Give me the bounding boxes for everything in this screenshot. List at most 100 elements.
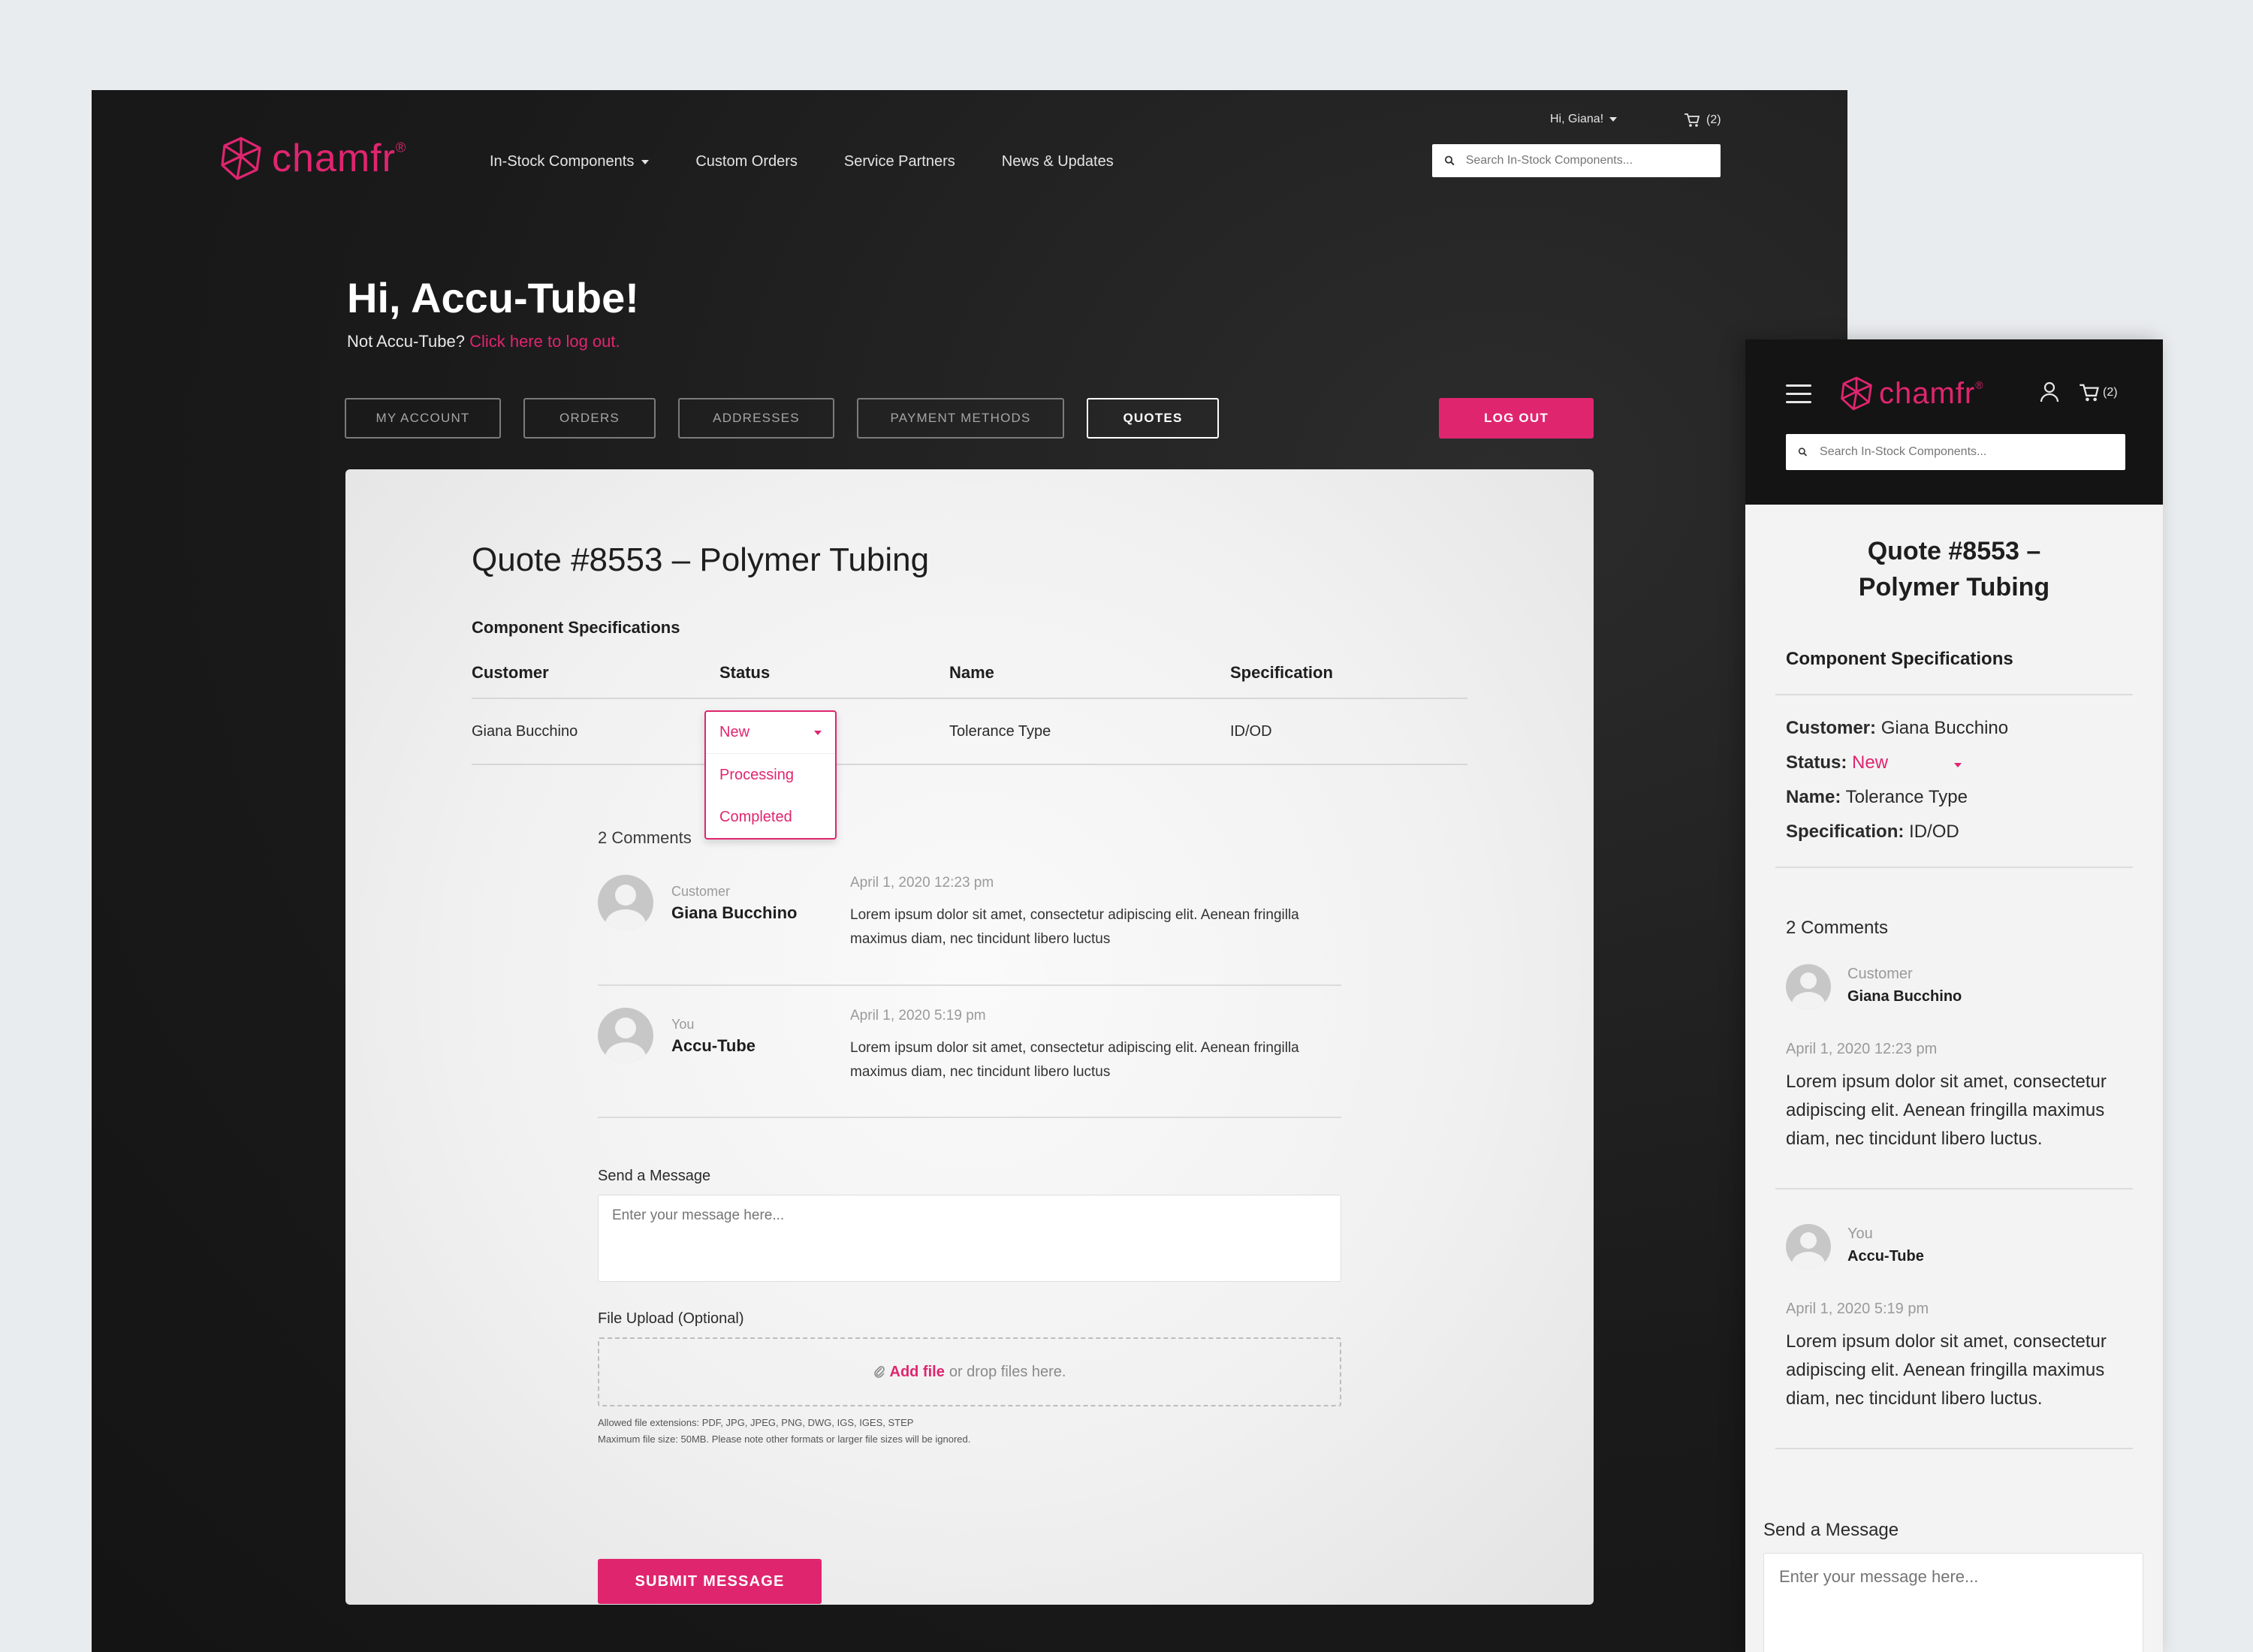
tab-addresses[interactable]: ADDRESSES [678, 398, 834, 439]
cart-link[interactable]: (2) [1684, 113, 1721, 128]
page-title: Hi, Accu-Tube! [347, 274, 639, 321]
chevron-down-icon[interactable] [1954, 763, 1962, 767]
field-specification: Specification: ID/OD [1786, 821, 1959, 842]
allowed-extensions-note: Allowed file extensions: PDF, JPG, JPEG,… [598, 1417, 914, 1428]
nav-in-stock-components[interactable]: In-Stock Components [490, 153, 650, 170]
cell-customer: Giana Bucchino [472, 723, 578, 740]
chamfr-logo[interactable]: chamfr® [1838, 375, 1984, 411]
table-divider [472, 764, 1467, 765]
logout-link[interactable]: Click here to log out. [469, 332, 620, 351]
quote-title: Quote #8553 – Polymer Tubing [1745, 533, 2163, 605]
tab-orders[interactable]: ORDERS [523, 398, 656, 439]
comment-date: April 1, 2020 12:23 pm [850, 875, 994, 891]
mobile-view: chamfr® (2) Quote #8553 – Polymer Tubing… [1745, 339, 2163, 1652]
status-option-completed[interactable]: Completed [706, 796, 835, 838]
log-out-button[interactable]: LOG OUT [1439, 398, 1594, 439]
spec-heading: Component Specifications [472, 618, 680, 637]
avatar [1786, 1224, 1831, 1269]
nav-service-partners[interactable]: Service Partners [844, 153, 955, 170]
greeting-text: Hi, Giana! [1550, 113, 1604, 125]
quote-title-line: Quote #8553 – [1867, 537, 2041, 565]
divider [1775, 1448, 2133, 1449]
comment-role: You [1847, 1225, 1873, 1242]
chevron-down-icon [814, 730, 822, 735]
cell-name: Tolerance Type [949, 723, 1051, 740]
comment-role: Customer [1847, 966, 1913, 982]
cart-icon [1684, 113, 1700, 127]
submit-message-button[interactable]: SUBMIT MESSAGE [598, 1559, 822, 1604]
search-bar [1786, 434, 2125, 470]
comment-author: Accu-Tube [1847, 1248, 1924, 1265]
tab-my-account[interactable]: MY ACCOUNT [345, 398, 501, 439]
message-input[interactable] [598, 1195, 1341, 1282]
nav-label: News & Updates [1001, 153, 1114, 170]
chevron-down-icon [641, 159, 650, 164]
tab-payment-methods[interactable]: PAYMENT METHODS [857, 398, 1064, 439]
user-icon[interactable] [2040, 381, 2059, 406]
table-divider [472, 698, 1467, 699]
status-option-new[interactable]: New [706, 712, 835, 754]
account-menu[interactable]: Hi, Giana! [1550, 113, 1618, 126]
field-name: Name: Tolerance Type [1786, 787, 1968, 807]
nav-label: In-Stock Components [490, 153, 635, 170]
nav-label: Service Partners [843, 153, 955, 170]
comment-date: April 1, 2020 5:19 pm [850, 1008, 986, 1023]
chamfr-logo[interactable]: chamfr® [218, 135, 406, 182]
main-nav: In-Stock Components Custom Orders Servic… [490, 153, 1114, 170]
divider [1775, 867, 2133, 868]
send-message-label: Send a Message [1763, 1520, 1899, 1540]
quote-title-line: Polymer Tubing [1858, 573, 2050, 601]
quote-card: Quote #8553 – Polymer Tubing Component S… [345, 469, 1594, 1605]
search-input[interactable] [1465, 154, 1709, 167]
paperclip-icon [873, 1366, 885, 1378]
chevron-down-icon [1609, 117, 1618, 122]
comment-item: Customer Giana Bucchino April 1, 2020 12… [598, 875, 1341, 965]
nav-news-updates[interactable]: News & Updates [1002, 153, 1114, 170]
comment-divider [598, 1117, 1341, 1118]
comment-author: Accu-Tube [671, 1036, 756, 1055]
cart-count: (2) [1706, 113, 1721, 126]
comment-text: Lorem ipsum dolor sit amet, consectetur … [1786, 1331, 2107, 1409]
mobile-header: chamfr® (2) [1745, 339, 2163, 505]
chamfr-logo-icon [221, 137, 261, 180]
status-dropdown[interactable]: New Processing Completed [704, 710, 837, 840]
comment-role: You [671, 1017, 695, 1032]
comment-date: April 1, 2020 12:23 pm [1786, 1041, 1938, 1057]
add-file-link[interactable]: Add file [890, 1364, 945, 1381]
field-status[interactable]: Status: New [1786, 752, 1888, 773]
file-drop-zone[interactable]: Add file or drop files here. [598, 1337, 1341, 1406]
comment-text: Lorem ipsum dolor sit amet, consectetur … [850, 1040, 1299, 1080]
chamfr-wordmark: chamfr® [1879, 376, 1984, 410]
nav-label: Custom Orders [695, 153, 798, 170]
comments-count: 2 Comments [1786, 918, 1889, 938]
column-header-name: Name [949, 663, 994, 682]
avatar [598, 875, 653, 930]
drop-hint: or drop files here. [949, 1363, 1066, 1380]
comment-item: You Accu-Tube April 1, 2020 5:19 pm Lore… [598, 1008, 1341, 1098]
comment-role: Customer [671, 884, 731, 899]
divider [1775, 694, 2133, 695]
avatar [598, 1008, 653, 1063]
cart-link[interactable]: (2) [2079, 383, 2118, 402]
field-customer: Customer: Giana Bucchino [1786, 718, 2009, 738]
status-option-processing[interactable]: Processing [706, 754, 835, 796]
nav-custom-orders[interactable]: Custom Orders [695, 153, 798, 170]
tab-quotes[interactable]: QUOTES [1087, 398, 1219, 439]
file-upload-label: File Upload (Optional) [598, 1310, 744, 1327]
cart-count: (2) [2103, 386, 2118, 399]
avatar [1786, 964, 1831, 1009]
comment-author: Giana Bucchino [671, 903, 798, 922]
search-input[interactable] [1820, 445, 2113, 459]
divider [1775, 1188, 2133, 1189]
account-tabs: MY ACCOUNT ORDERS ADDRESSES PAYMENT METH… [345, 398, 1219, 439]
send-message-label: Send a Message [598, 1168, 711, 1184]
comment-author: Giana Bucchino [1847, 988, 1962, 1005]
cell-specification: ID/OD [1230, 723, 1272, 740]
desktop-view: chamfr® In-Stock Components Custom Order… [92, 90, 1847, 1652]
search-icon [1798, 448, 1808, 457]
menu-icon[interactable] [1786, 384, 1811, 409]
cart-icon [2080, 384, 2099, 402]
max-size-note: Maximum file size: 50MB. Please note oth… [598, 1433, 971, 1445]
message-input[interactable] [1763, 1553, 2143, 1652]
chamfr-logo-icon [1841, 376, 1872, 411]
